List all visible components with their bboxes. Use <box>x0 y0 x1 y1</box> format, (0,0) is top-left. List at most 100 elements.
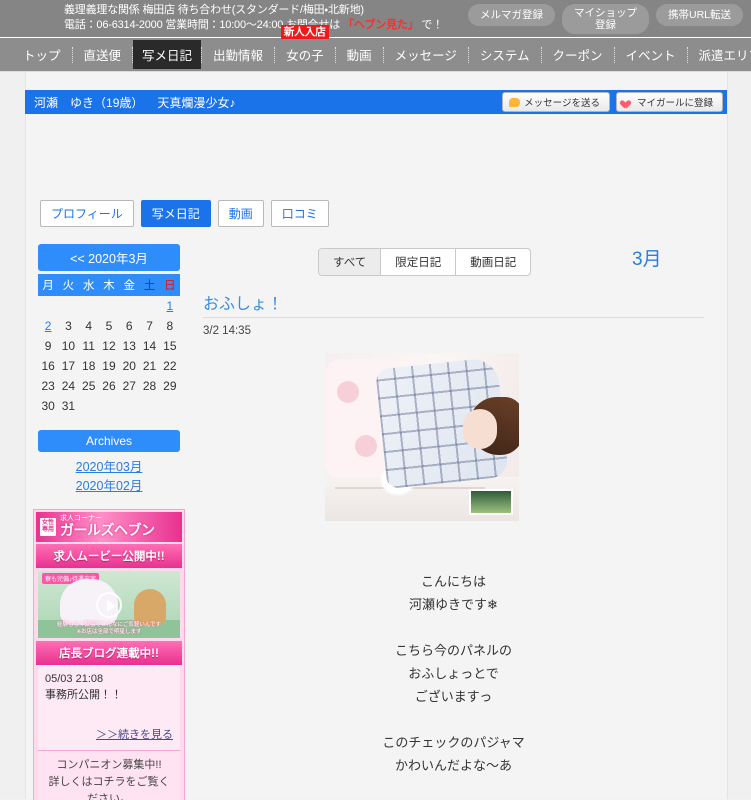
girls-heaven-recruit-banner[interactable]: 女性 専用 求人コーナー ガールズヘブン 求人ムービー公開中!! 寮も完備♪待遇… <box>33 509 185 800</box>
speech-bubble-icon <box>509 97 521 107</box>
mobile-url-forward-button[interactable]: 携帯URL転送 <box>655 4 743 26</box>
photo-face <box>463 409 497 449</box>
calendar-prev-month-header[interactable]: << 2020年3月 <box>38 244 180 271</box>
nav-item-3[interactable]: 出勤情報 <box>202 41 274 68</box>
my-shop-register-button[interactable]: マイショップ 登録 <box>561 4 649 34</box>
header-button-group: メルマガ登録 マイショップ 登録 携帯URL転送 <box>467 4 743 34</box>
calendar-day-6: 6 <box>125 319 133 333</box>
archive-link-1[interactable]: 2020年02月 <box>38 477 180 496</box>
calendar-day-empty <box>160 396 180 416</box>
calendar-day-empty <box>119 296 139 316</box>
calendar-day-empty <box>99 296 119 316</box>
recruit-movie-bar[interactable]: 求人ムービー公開中!! <box>36 544 182 568</box>
nav-item-0[interactable]: トップ <box>12 41 72 68</box>
calendar-day-link-1[interactable]: 1 <box>167 299 174 313</box>
calendar-day-24: 24 <box>61 379 76 393</box>
calendar-day-18: 18 <box>82 359 96 373</box>
calendar-week-row: 30 31 <box>38 396 180 416</box>
calendar-day-15: 15 <box>163 339 177 353</box>
diary-filter-2[interactable]: 動画日記 <box>456 249 530 275</box>
girl-catchphrase: 天真爛漫少女♪ <box>157 95 236 110</box>
calendar-day-20: 20 <box>122 359 136 373</box>
calendar-day-11: 11 <box>82 339 95 353</box>
calendar-day-16: 16 <box>41 359 55 373</box>
calendar-week-row: 16 17 18 19 20 21 22 <box>38 356 180 376</box>
calendar-day-empty <box>38 296 58 316</box>
manager-blog-bar[interactable]: 店長ブログ連載中!! <box>36 641 182 665</box>
add-my-girl-button[interactable]: マイガールに登録 <box>615 92 723 112</box>
diary-entry-timestamp: 3/2 14:35 <box>203 325 251 337</box>
girls-heaven-title: ガールズヘブン <box>60 522 155 538</box>
manager-blog-excerpt: 05/03 21:08 事務所公開！！ ＞＞続きを見る <box>38 665 180 750</box>
diary-filter-1[interactable]: 限定日記 <box>381 249 457 275</box>
calendar-day-empty <box>79 396 99 416</box>
teddy-bear-shape <box>134 589 166 625</box>
blog-more-row: ＞＞続きを見る <box>45 725 173 746</box>
calendar-week-row: 9 10 11 12 13 14 15 <box>38 336 180 356</box>
banner-title-bar: 女性 専用 求人コーナー ガールズヘブン <box>36 512 182 542</box>
play-button-icon[interactable] <box>96 591 122 618</box>
page-body: 河瀬 ゆき（19歳） 天真爛漫少女♪ メッセージを送る マイガールに登録 プロフィ… <box>0 72 751 800</box>
divider <box>203 317 704 318</box>
diary-filter-0[interactable]: すべて <box>319 249 382 275</box>
calendar-day-2[interactable]: 2 <box>38 316 58 336</box>
girl-name-line: 河瀬 ゆき（19歳） 天真爛漫少女♪ <box>25 94 235 111</box>
calendar-day-empty <box>139 296 159 316</box>
companion-recruit-text[interactable]: コンパニオン募集中!! 詳しくはコチラをご覧ください。 <box>38 750 180 800</box>
send-message-button[interactable]: メッセージを送る <box>502 92 610 112</box>
subtab-0[interactable]: プロフィール <box>40 200 134 227</box>
subtab-2[interactable]: 動画 <box>217 200 264 227</box>
nav-item-9[interactable]: イベント <box>615 41 687 68</box>
calendar-day-12: 12 <box>102 339 116 353</box>
calendar-weekday-2: 水 <box>78 274 99 296</box>
archive-link-0[interactable]: 2020年03月 <box>38 458 180 477</box>
subtab-3[interactable]: 口コミ <box>270 200 329 227</box>
calendar-day-1[interactable]: 1 <box>160 296 180 316</box>
top-header-bar: 義理義理な関係 梅田店 待ち合わせ(スタンダード/梅田・北新地) 電話：06-6… <box>0 0 751 38</box>
girl-age: （19歳） <box>94 95 144 110</box>
current-month-label: 3月 <box>632 249 662 270</box>
calendar-day-29: 29 <box>163 379 177 393</box>
recruit-movie-thumbnail[interactable]: 寮も完備♪待遇充実 経験もなく緊張でこんなにご気軽いんです ※お店は全部で明星し… <box>38 571 180 638</box>
calendar-week-row: 1 <box>38 296 180 316</box>
nav-item-1[interactable]: 直送便 <box>73 41 133 68</box>
calendar-weekday-0: 月 <box>38 274 59 296</box>
calendar-day-26: 26 <box>102 379 116 393</box>
diary-photo[interactable] <box>325 353 519 521</box>
nav-item-10[interactable]: 派遣エリア <box>688 41 751 68</box>
nav-item-6[interactable]: メッセージ <box>384 41 468 68</box>
shop-info: 義理義理な関係 梅田店 待ち合わせ(スタンダード/梅田・北新地) 電話：06-6… <box>64 3 443 33</box>
nav-item-2[interactable]: 写メ日記 <box>133 40 202 69</box>
calendar-day-17: 17 <box>61 359 76 373</box>
calendar-day-13: 13 <box>122 339 136 353</box>
calendar-day-5: 5 <box>105 319 113 333</box>
movie-caption: 経験もなく緊張でこんなにご気軽いんです ※お店は全部で明星します <box>56 622 162 635</box>
women-only-badge: 女性 専用 <box>40 517 57 536</box>
nav-item-8[interactable]: クーポン <box>542 41 614 68</box>
new-arrival-badge: 新人入店 <box>280 25 329 39</box>
shop-contact-suffix: で！ <box>418 19 444 31</box>
read-more-link[interactable]: ＞＞続きを見る <box>96 729 173 741</box>
shop-name-line: 義理義理な関係 梅田店 待ち合わせ(スタンダード/梅田・北新地) <box>64 4 364 16</box>
nav-item-7[interactable]: システム <box>469 41 541 68</box>
calendar-day-8: 8 <box>166 319 174 333</box>
diary-entry-title: おふしょ！ <box>203 296 284 313</box>
nav-item-4[interactable]: 女の子 新人入店 <box>275 25 335 68</box>
nav-item-5[interactable]: 動画 <box>336 41 383 68</box>
heaven-highlight: 「ヘブン見た」 <box>342 19 419 31</box>
add-my-girl-label: マイガールに登録 <box>636 98 713 109</box>
calendar-weekday-6: 日 <box>159 274 180 296</box>
calendar-week-row: 2345678 <box>38 316 180 336</box>
calendar-weekday-4: 金 <box>119 274 140 296</box>
calendar-day-21: 21 <box>142 359 157 373</box>
shop-contact-line: 電話：06-6314-2000 営業時間：10:00〜24:00 お問合せは 「… <box>64 18 443 33</box>
diary-entry-body: こんにちは 河瀬ゆきです❄ こちら今のパネルの おふしょっとで ございますっ こ… <box>382 574 525 773</box>
calendar-day-7: 7 <box>146 319 153 333</box>
mail-magazine-register-button[interactable]: メルマガ登録 <box>467 4 555 26</box>
girl-header-bar: 河瀬 ゆき（19歳） 天真爛漫少女♪ メッセージを送る マイガールに登録 <box>25 90 727 114</box>
calendar-day-empty <box>139 396 159 416</box>
calendar-day-28: 28 <box>142 379 157 393</box>
subtab-1[interactable]: 写メ日記 <box>140 200 211 227</box>
calendar-day-link-2[interactable]: 2 <box>45 319 52 333</box>
calendar-day-4: 4 <box>85 319 93 333</box>
